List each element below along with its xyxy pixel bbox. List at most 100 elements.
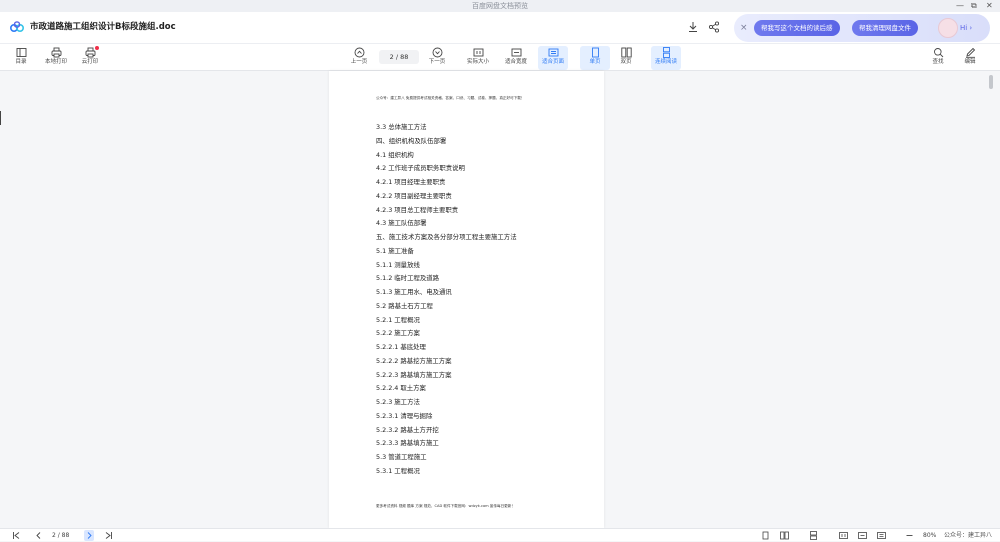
- zoom-out-icon[interactable]: [905, 531, 914, 540]
- zoom-level[interactable]: 80%: [923, 529, 936, 542]
- toc-line: 5.2.2.3 路基填方施工方案: [376, 370, 452, 379]
- fit-page-view-icon[interactable]: [877, 531, 886, 540]
- double-page-view-icon[interactable]: [780, 531, 789, 540]
- local-print-label: 本地打印: [44, 59, 67, 65]
- catalog-label: 目录: [15, 59, 27, 65]
- window-title: 百度网盘文档预览: [0, 0, 1000, 12]
- notification-dot: [95, 46, 99, 50]
- next-page-icon[interactable]: [85, 531, 94, 540]
- toc-line: 4.2.1 项目经理主要职责: [376, 178, 446, 186]
- toc-line: 5.3.1 工程概况: [376, 466, 420, 475]
- toc-line: 5.1.3 施工用水、电及通讯: [376, 288, 452, 296]
- next-page-label: 下一页: [428, 59, 446, 65]
- toc-line: 5.1.2 临时工程及道路: [376, 274, 440, 283]
- toc-line: 5.2.2.2 路基挖方施工方案: [376, 356, 452, 365]
- toc-line: 5.2.2.1 基底处理: [376, 343, 426, 351]
- vertical-scrollbar[interactable]: [988, 71, 994, 528]
- ai-clean-files-button[interactable]: 帮我清理网盘文件: [852, 20, 918, 36]
- local-print-button[interactable]: 本地打印: [41, 46, 71, 70]
- prev-page-label: 上一页: [350, 59, 368, 65]
- toc-line: 5.2.3.1 清理与掘除: [376, 411, 433, 420]
- double-page-label: 双页: [620, 59, 632, 65]
- ai-assistant-bar: × 帮我写这个文档的读后感 帮我清理网盘文件 Hi ›: [734, 14, 990, 42]
- toc-line: 5.2.1 工程概况: [376, 315, 420, 324]
- close-window-button[interactable]: ✕: [986, 0, 993, 12]
- actual-size-label: 实际大小: [466, 59, 489, 65]
- prev-page-icon[interactable]: [34, 531, 43, 540]
- catalog-button[interactable]: 目录: [6, 46, 36, 70]
- share-icon[interactable]: [708, 21, 720, 33]
- ai-write-review-button[interactable]: 帮我写这个文档的读后感: [754, 20, 840, 36]
- next-page-button[interactable]: 下一页: [422, 46, 452, 70]
- toc-line: 5.3 管道工程施工: [376, 453, 427, 461]
- search-icon: [933, 48, 943, 58]
- toc-line: 5.2 路基土石方工程: [376, 301, 433, 310]
- edit-button[interactable]: 编辑: [955, 46, 985, 70]
- fit-width-view-icon[interactable]: [858, 531, 867, 540]
- fit-page-button[interactable]: 适合页面: [538, 46, 568, 70]
- continuous-view-icon[interactable]: [809, 531, 818, 540]
- document-title: 市政道路施工组织设计B标段施组.doc: [30, 22, 176, 32]
- baidu-netdisk-logo-icon: [10, 21, 24, 32]
- last-page-icon[interactable]: [104, 531, 113, 540]
- ai-avatar[interactable]: [938, 18, 958, 38]
- actual-size-button[interactable]: 实际大小: [463, 46, 493, 70]
- fit-width-label: 适合宽度: [504, 59, 527, 65]
- continuous-read-icon: [662, 47, 670, 58]
- restore-button[interactable]: ⧉: [971, 0, 977, 12]
- ai-hi-label[interactable]: Hi ›: [960, 22, 972, 34]
- single-page-icon: [591, 47, 599, 58]
- toc-line: 4.2.2 项目副经理主要职责: [376, 191, 452, 200]
- cloud-print-button[interactable]: 云打印: [75, 46, 105, 70]
- download-icon[interactable]: [687, 21, 699, 33]
- toc-line: 5.2.3 施工方法: [376, 398, 420, 406]
- toc-line: 4.2 工作班子成员职务职责说明: [376, 164, 465, 173]
- minimize-button[interactable]: —: [956, 0, 964, 12]
- scrollbar-thumb[interactable]: [989, 75, 993, 89]
- first-page-icon[interactable]: [12, 531, 21, 540]
- search-label: 查找: [932, 59, 944, 65]
- toc-line: 4.2.3 项目总工程师主要职责: [376, 205, 459, 214]
- page-header-text: 公众号：建工异八 免费提供考试相关资格、答案、口诀、习题、试卷、押题、真正好可下…: [376, 96, 525, 100]
- arrow-down-circle-icon: [432, 47, 442, 58]
- cloud-print-label: 云打印: [81, 59, 99, 65]
- toolbar: 目录 本地打印 云打印 上一页 2 / 88 下一页 实际大小 适合宽度 适合页…: [0, 44, 1000, 71]
- single-page-button[interactable]: 单页: [580, 46, 610, 70]
- text-cursor-marker: [0, 111, 1, 125]
- actual-size-view-icon[interactable]: [839, 531, 848, 540]
- toc-line: 5.1.1 测量放线: [376, 260, 420, 269]
- single-page-view-icon[interactable]: [761, 531, 770, 540]
- actual-size-icon: [473, 48, 483, 57]
- prev-page-button[interactable]: 上一页: [344, 46, 374, 70]
- double-page-icon: [620, 47, 632, 58]
- status-bar: 2 / 88 80% 公众号：建工异八: [0, 528, 1000, 541]
- fit-page-icon: [548, 48, 558, 57]
- cloud-printer-icon: [85, 47, 95, 58]
- edit-label: 编辑: [964, 59, 976, 65]
- catalog-icon: [16, 48, 26, 57]
- toc-line: 5.2.2.4 取土方案: [376, 384, 426, 393]
- continuous-read-label: 连续阅读: [654, 59, 677, 65]
- document-viewer[interactable]: 公众号：建工异八 免费提供考试相关资格、答案、口诀、习题、试卷、押题、真正好可下…: [0, 71, 1000, 528]
- printer-icon: [51, 47, 61, 58]
- double-page-button[interactable]: 双页: [611, 46, 641, 70]
- toc-line: 5.1 施工准备: [376, 246, 414, 255]
- document-page[interactable]: 公众号：建工异八 免费提供考试相关资格、答案、口诀、习题、试卷、押题、真正好可下…: [329, 71, 604, 528]
- single-page-label: 单页: [589, 59, 601, 65]
- page-number-input[interactable]: 2 / 88: [379, 50, 419, 64]
- status-page-indicator[interactable]: 2 / 88: [52, 529, 69, 542]
- table-of-contents: 3.3 总体施工方法 四、组织机构及队伍部署 4.1 组织机构 4.2 工作班子成员职…: [376, 121, 517, 479]
- toc-line: 4.3 施工队伍部署: [376, 219, 427, 228]
- watermark-text: 公众号：建工异八: [944, 532, 993, 539]
- arrow-up-circle-icon: [354, 47, 364, 58]
- fit-width-button[interactable]: 适合宽度: [501, 46, 531, 70]
- toc-line: 四、组织机构及队伍部署: [376, 136, 447, 145]
- toc-line: 5.2.3.3 路基填方施工: [376, 439, 439, 448]
- ai-bar-close-button[interactable]: ×: [740, 22, 748, 34]
- pencil-icon: [965, 47, 975, 58]
- document-header: 市政道路施工组织设计B标段施组.doc × 帮我写这个文档的读后感 帮我清理网盘…: [0, 12, 1000, 44]
- search-button[interactable]: 查找: [923, 46, 953, 70]
- toc-line: 4.1 组织机构: [376, 150, 414, 159]
- toc-line: 5.2.2 施工方案: [376, 329, 420, 338]
- continuous-read-button[interactable]: 连续阅读: [651, 46, 681, 70]
